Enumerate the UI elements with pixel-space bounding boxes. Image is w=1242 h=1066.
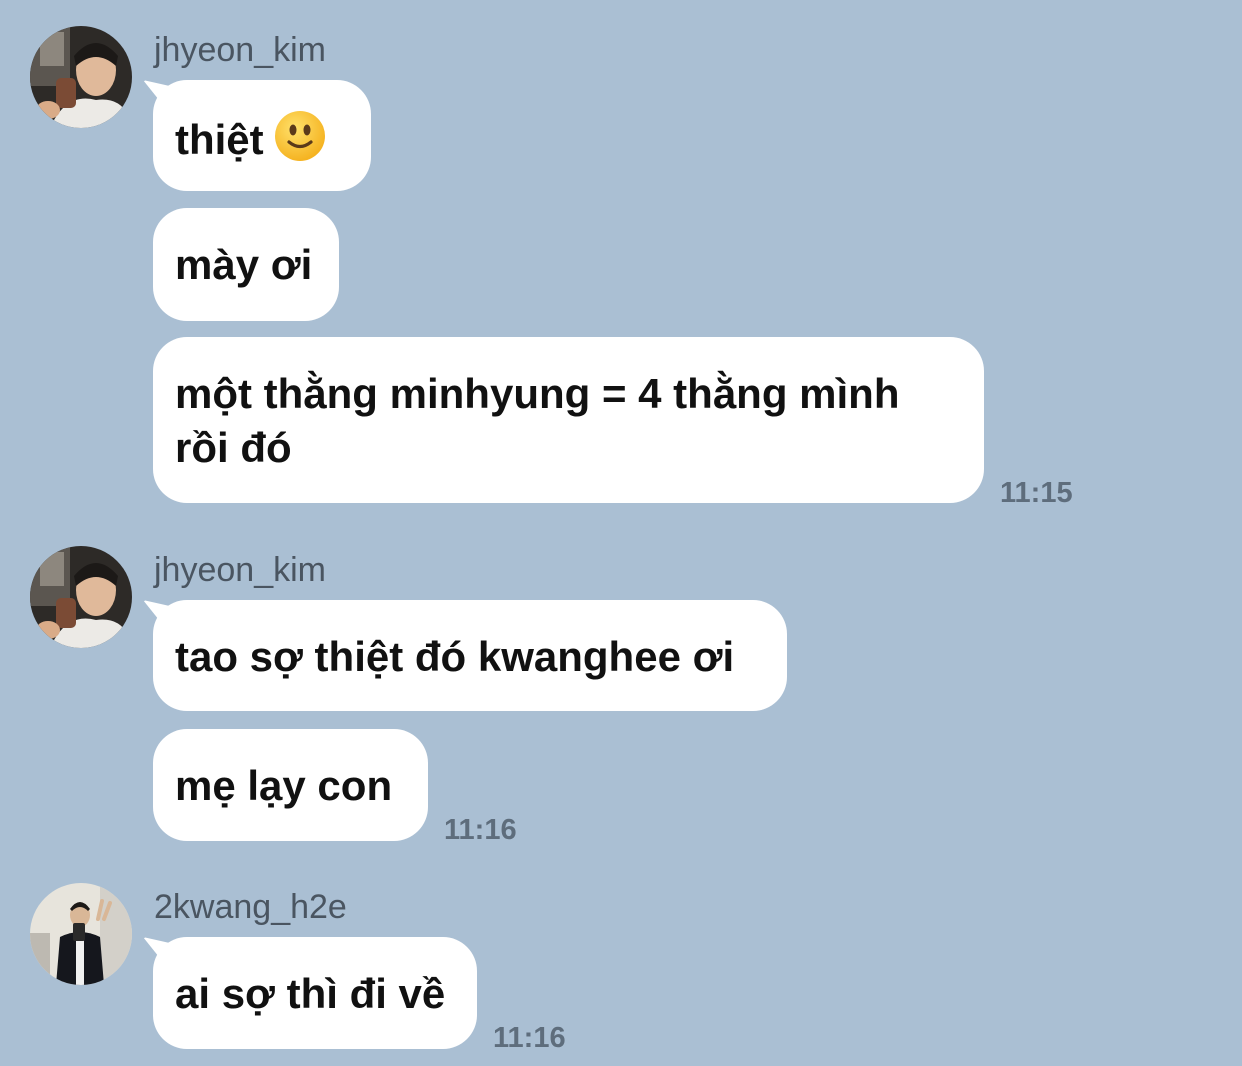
message-bubble[interactable]: một thằng minhyung = 4 thằng mình rồi đó (153, 337, 984, 503)
message-text: thiệt (175, 116, 264, 163)
message-bubble[interactable]: ai sợ thì đi về (153, 937, 477, 1049)
message-text-line: một thằng minhyung = 4 thằng mình (175, 370, 900, 417)
message-timestamp: 11:16 (444, 814, 517, 846)
message-text: ai sợ thì đi về (175, 970, 446, 1017)
sender-name: jhyeon_kim (154, 31, 326, 69)
avatar[interactable] (30, 883, 132, 985)
message-timestamp: 11:16 (493, 1022, 566, 1054)
message-bubble[interactable]: tao sợ thiệt đó kwanghee ơi (153, 600, 787, 711)
message-text-line: rồi đó (175, 424, 292, 471)
sender-name: 2kwang_h2e (154, 888, 347, 926)
message-timestamp: 11:15 (1000, 477, 1073, 509)
message-bubble[interactable]: mày ơi (153, 208, 339, 321)
message-text: tao sợ thiệt đó kwanghee ơi (175, 633, 735, 680)
sender-name: jhyeon_kim (154, 551, 326, 589)
message-text: mày ơi (175, 241, 313, 288)
message-text: mẹ lạy con (175, 762, 393, 809)
message-bubble[interactable]: thiệt (153, 80, 371, 191)
slightly-smiling-face-icon (274, 110, 326, 175)
avatar[interactable] (30, 26, 132, 128)
message-bubble[interactable]: mẹ lạy con (153, 729, 428, 841)
avatar[interactable] (30, 546, 132, 648)
